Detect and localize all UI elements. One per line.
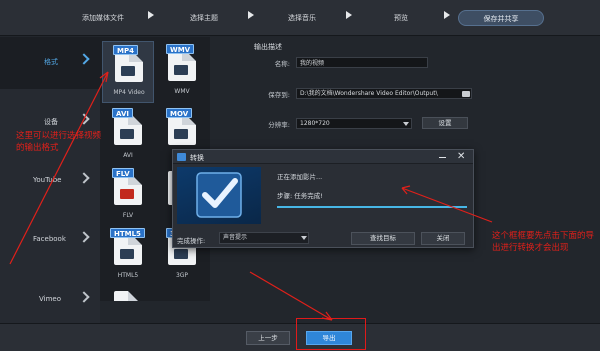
arrow-head (321, 311, 333, 321)
arrow-line (249, 271, 333, 321)
arrow-line (401, 187, 493, 223)
annotation-arrows (9, 71, 493, 321)
annotation-right: 这个框框要先点击下面的导出进行转换才会出现 (492, 231, 595, 253)
app-window: 添加媒体文件 选择主题 选择音乐 预览 保存并共享 格式 设备 YouTube … (0, 0, 600, 351)
arrow-line (9, 71, 109, 265)
annotation-left: 这里可以进行选择视频的输出格式 (16, 131, 102, 153)
